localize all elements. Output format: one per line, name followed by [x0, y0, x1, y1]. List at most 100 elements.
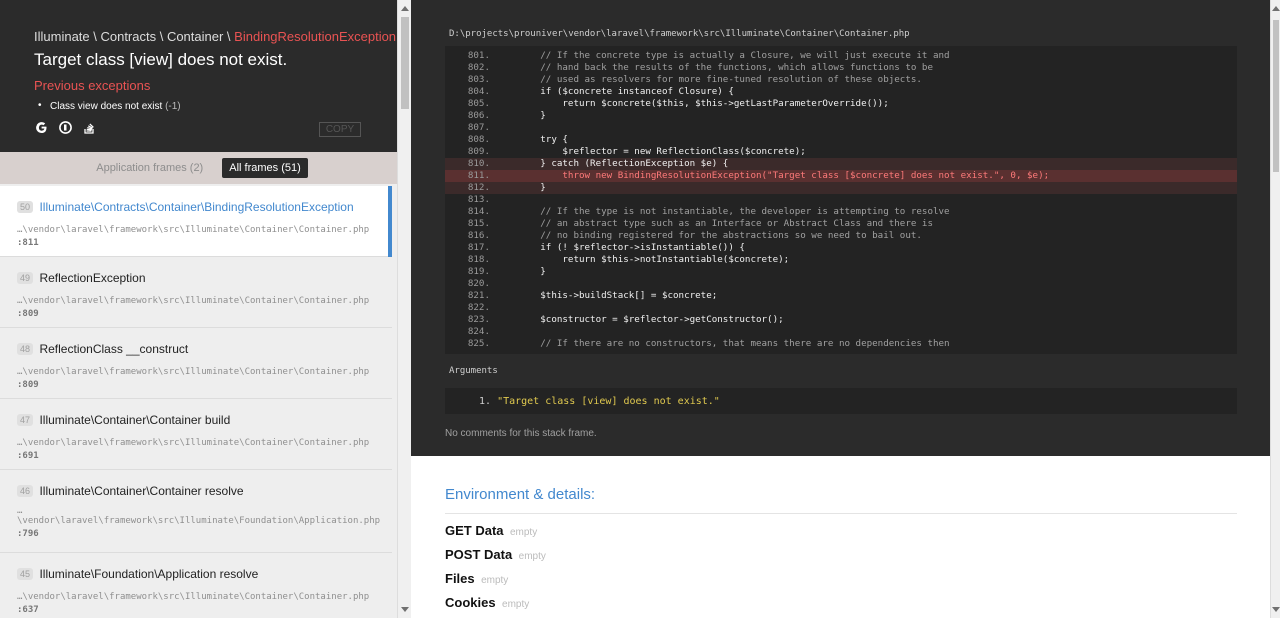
code-line-number: 812. [467, 182, 490, 193]
code-line-text: return $concrete($this, $this->getLastPa… [496, 98, 889, 109]
code-line-number: 820. [467, 278, 490, 289]
frame-line-number: :811 [17, 238, 39, 248]
frame-line-number: :637 [17, 605, 39, 615]
frame-index: 48 [17, 342, 34, 355]
code-line-text: } [496, 266, 546, 277]
code-line: 816. // no binding registered for the ab… [445, 230, 1237, 242]
code-line: 815. // an abstract type such as an Inte… [445, 218, 1237, 230]
code-line-number: 813. [467, 194, 490, 205]
duckduckgo-icon[interactable] [58, 120, 72, 134]
left-scrollbar[interactable] [397, 0, 411, 618]
frame-index: 50 [17, 200, 34, 213]
code-block: 801. // If the concrete type is actually… [445, 46, 1237, 354]
code-line-text: $reflector = new ReflectionClass($concre… [496, 146, 806, 157]
code-line-text: throw new BindingResolutionException("Ta… [496, 170, 1050, 181]
code-line-number: 815. [467, 218, 490, 229]
code-line: 803. // used as resolvers for more fine-… [445, 74, 1237, 86]
code-line-number: 810. [467, 158, 490, 169]
code-viewer: D:\projects\prouniver\vendor\laravel\fra… [411, 0, 1270, 456]
code-line-number: 807. [467, 122, 490, 133]
scrollbar-thumb[interactable] [1273, 20, 1279, 172]
arguments-list: 1. "Target class [view] does not exist." [445, 388, 1237, 414]
scroll-up-arrow-icon[interactable] [1272, 6, 1280, 11]
code-line-number: 819. [467, 266, 490, 277]
env-key: POST Data [445, 547, 513, 562]
code-line-number: 823. [467, 314, 490, 325]
code-line: 806. } [445, 110, 1237, 122]
stack-frame[interactable]: 47 Illuminate\Container\Container build … [0, 399, 392, 470]
tab-application-frames[interactable]: Application frames (2) [89, 158, 210, 178]
stack-frame[interactable]: 48 ReflectionClass __construct …\vendor\… [0, 328, 392, 399]
frame-class: Illuminate\Container\Container build [39, 412, 231, 427]
scroll-down-arrow-icon[interactable] [1272, 607, 1280, 612]
previous-exception-text: Class view does not exist [50, 101, 163, 112]
source-file-path: D:\projects\prouniver\vendor\laravel\fra… [449, 29, 910, 39]
frame-comments: No comments for this stack frame. [445, 428, 597, 439]
scroll-down-arrow-icon[interactable] [401, 607, 409, 612]
env-value: empty [518, 551, 546, 562]
scroll-up-arrow-icon[interactable] [401, 6, 409, 11]
code-line-text: if ($concrete instanceof Closure) { [496, 86, 734, 97]
stack-frame[interactable]: 45 Illuminate\Foundation\Application res… [0, 553, 392, 618]
google-icon[interactable] [34, 120, 48, 134]
code-line-text: // If there are no constructors, that me… [496, 338, 950, 349]
code-line: 811. throw new BindingResolutionExceptio… [445, 170, 1237, 182]
stack-frame[interactable]: 46 Illuminate\Container\Container resolv… [0, 470, 392, 553]
code-line: 817. if (! $reflector->isInstantiable())… [445, 242, 1237, 254]
frame-filter-tabs: Application frames (2) All frames (51) [0, 152, 397, 184]
code-line-number: 804. [467, 86, 490, 97]
frame-index: 49 [17, 271, 34, 284]
code-line: 809. $reflector = new ReflectionClass($c… [445, 146, 1237, 158]
left-panel: Illuminate \ Contracts \ Container \ Bin… [0, 0, 397, 618]
stack-frame[interactable]: 49 ReflectionException …\vendor\laravel\… [0, 257, 392, 328]
code-line-number: 805. [467, 98, 490, 109]
code-line: 812. } [445, 182, 1237, 194]
frame-class: Illuminate\Contracts\Container\BindingRe… [39, 199, 354, 214]
frame-line-number: :796 [17, 529, 39, 539]
code-line-number: 808. [467, 134, 490, 145]
frame-file-path: …\vendor\laravel\framework\src\Illuminat… [17, 592, 370, 602]
code-line-text: } catch (ReflectionException $e) { [496, 158, 729, 169]
code-line-number: 825. [467, 338, 490, 349]
right-scrollbar[interactable] [1270, 0, 1280, 618]
env-value: empty [502, 599, 530, 610]
exception-namespace: Illuminate \ Contracts \ Container \ [34, 29, 235, 44]
code-line: 810. } catch (ReflectionException $e) { [445, 158, 1237, 170]
code-line-number: 824. [467, 326, 490, 337]
frame-index: 47 [17, 413, 34, 426]
code-line-text: // If the concrete type is actually a Cl… [496, 50, 950, 61]
code-line-number: 817. [467, 242, 490, 253]
code-line-number: 809. [467, 146, 490, 157]
code-line-number: 801. [467, 50, 490, 61]
code-line: 807. [445, 122, 1237, 134]
code-line: 823. $constructor = $reflector->getConst… [445, 314, 1237, 326]
frame-line-number: :809 [17, 309, 39, 319]
stack-frame[interactable]: 50 Illuminate\Contracts\Container\Bindin… [0, 186, 392, 257]
previous-exceptions-list: Class view does not exist (-1) [34, 100, 397, 112]
code-line: 820. [445, 278, 1237, 290]
code-line-text: $this->buildStack[] = $concrete; [496, 290, 718, 301]
frame-file-path: …\vendor\laravel\framework\src\Illuminat… [17, 296, 370, 306]
environment-section: Environment & details: GET Data empty PO… [445, 486, 1237, 610]
copy-button[interactable]: COPY [319, 122, 361, 137]
code-line: 808. try { [445, 134, 1237, 146]
frame-file-path: …\vendor\laravel\framework\src\Illuminat… [17, 225, 370, 235]
code-line: 813. [445, 194, 1237, 206]
code-line: 822. [445, 302, 1237, 314]
env-files: Files empty [445, 570, 1237, 586]
tab-all-frames[interactable]: All frames (51) [222, 158, 308, 178]
code-line-number: 802. [467, 62, 490, 73]
scrollbar-thumb[interactable] [401, 17, 409, 109]
stackoverflow-icon[interactable] [82, 120, 96, 134]
code-line-number: 821. [467, 290, 490, 301]
code-line-number: 806. [467, 110, 490, 121]
code-line-text: try { [496, 134, 568, 145]
code-line-text: if (! $reflector->isInstantiable()) { [496, 242, 745, 253]
code-line-text: // If the type is not instantiable, the … [496, 206, 950, 217]
frame-class: ReflectionClass __construct [39, 341, 189, 356]
environment-title: Environment & details: [445, 486, 1237, 514]
code-line-text: } [496, 110, 546, 121]
whoops-error-page: Illuminate \ Contracts \ Container \ Bin… [0, 0, 1280, 618]
previous-exception-item[interactable]: Class view does not exist (-1) [38, 100, 397, 112]
code-line: 825. // If there are no constructors, th… [445, 338, 1237, 350]
